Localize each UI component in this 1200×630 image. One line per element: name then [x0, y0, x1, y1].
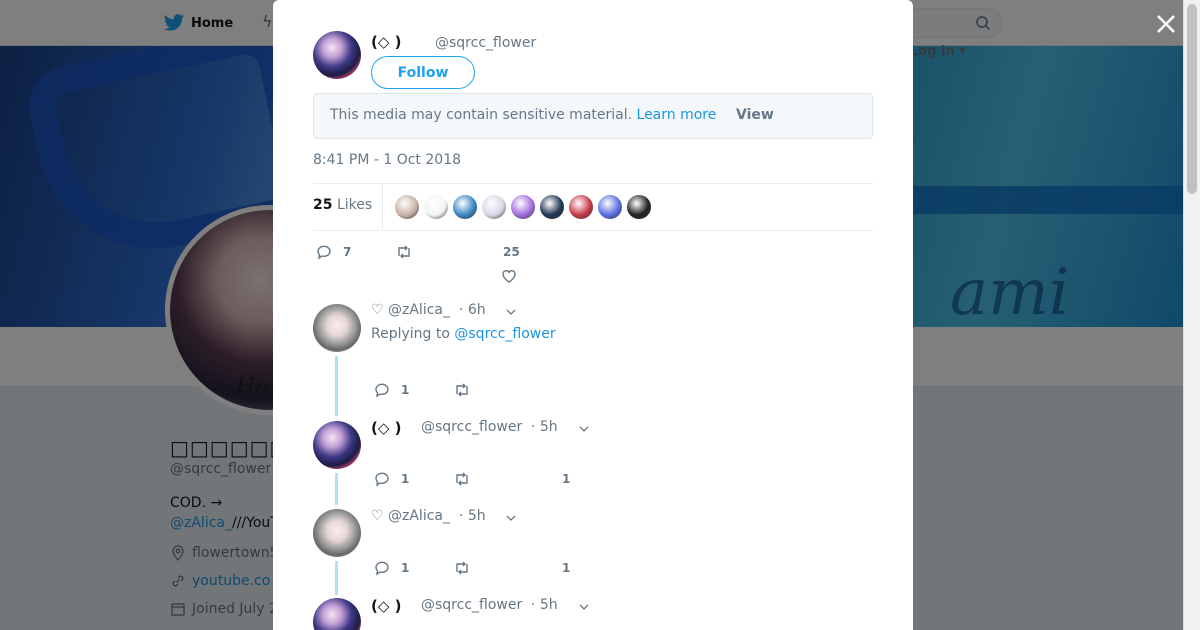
- likes-count[interactable]: 25 Likes: [313, 197, 372, 213]
- tweet-timestamp[interactable]: 8:41 PM - 1 Oct 2018: [313, 152, 461, 168]
- liker-avatar[interactable]: [598, 195, 622, 219]
- reply-author[interactable]: ♡ @zAlica_: [371, 302, 450, 318]
- reply-count: 1: [401, 561, 410, 575]
- retweet-action[interactable]: [395, 243, 413, 261]
- reply-action[interactable]: 7: [315, 243, 351, 261]
- reply-time[interactable]: · 5h: [531, 597, 558, 613]
- like-count[interactable]: 1: [562, 472, 570, 486]
- reply-author[interactable]: (◇ ): [371, 597, 401, 615]
- replying-to-handle[interactable]: @sqrcc_flower: [454, 326, 555, 342]
- likes-divider: [382, 184, 383, 230]
- reply-handle[interactable]: @sqrcc_flower: [421, 597, 522, 613]
- replying-to: Replying to @sqrcc_flower: [371, 326, 556, 342]
- chevron-down-icon[interactable]: [506, 309, 516, 315]
- follow-button[interactable]: Follow: [371, 56, 475, 89]
- reply-avatar[interactable]: [313, 509, 361, 557]
- thread-line: [335, 356, 338, 416]
- like-count[interactable]: 1: [562, 561, 570, 575]
- retweet-icon: [456, 383, 468, 397]
- reply-count: 7: [343, 245, 352, 259]
- reply-icon: [375, 561, 389, 576]
- liker-avatar[interactable]: [511, 195, 535, 219]
- reply-avatar[interactable]: [313, 598, 361, 630]
- scrollbar-thumb[interactable]: [1187, 4, 1197, 194]
- heart-icon[interactable]: [500, 267, 518, 285]
- reply-icon: [375, 472, 389, 487]
- liker-avatar[interactable]: [482, 195, 506, 219]
- reply-count: 1: [401, 472, 410, 486]
- chevron-down-icon[interactable]: [579, 426, 589, 432]
- reply-time[interactable]: · 6h: [459, 302, 486, 318]
- likes-number: 25: [313, 197, 333, 213]
- reply-avatar[interactable]: [313, 421, 361, 469]
- reply-icon: [317, 245, 331, 260]
- reply-count: 1: [401, 383, 410, 397]
- reply-author[interactable]: ♡ @zAlica_: [371, 508, 450, 524]
- reply-action[interactable]: 1: [373, 381, 409, 399]
- reply-author[interactable]: (◇ ): [371, 419, 401, 437]
- page-scrollbar[interactable]: [1183, 0, 1200, 630]
- retweet-action[interactable]: [453, 559, 471, 577]
- thread-line: [335, 561, 338, 595]
- liker-avatar[interactable]: [540, 195, 564, 219]
- author-name[interactable]: (◇ ): [371, 33, 401, 51]
- liker-avatar[interactable]: [453, 195, 477, 219]
- reply-action[interactable]: 1: [373, 470, 409, 488]
- retweet-icon: [398, 245, 410, 259]
- reply-time[interactable]: · 5h: [531, 419, 558, 435]
- learn-more-link[interactable]: Learn more: [637, 107, 717, 123]
- reply-time[interactable]: · 5h: [459, 508, 486, 524]
- view-media-button[interactable]: View: [736, 107, 774, 123]
- likes-row: 25 Likes: [313, 183, 873, 231]
- author-avatar[interactable]: [313, 31, 361, 79]
- retweet-action[interactable]: [453, 381, 471, 399]
- reply-action[interactable]: 1: [373, 559, 409, 577]
- tweet-modal: (◇ ) @sqrcc_flower Follow This media may…: [273, 0, 913, 630]
- author-handle[interactable]: @sqrcc_flower: [435, 35, 536, 51]
- retweet-icon: [456, 561, 468, 575]
- likers-list: [395, 195, 651, 219]
- reply-icon: [375, 383, 389, 398]
- replying-to-label: Replying to: [371, 326, 450, 342]
- likes-label: Likes: [336, 197, 373, 213]
- like-count: 25: [503, 245, 520, 259]
- thread-line: [335, 473, 338, 505]
- liker-avatar[interactable]: [627, 195, 651, 219]
- liker-avatar[interactable]: [424, 195, 448, 219]
- reply-handle[interactable]: @sqrcc_flower: [421, 419, 522, 435]
- retweet-action[interactable]: [453, 470, 471, 488]
- close-icon[interactable]: [1154, 12, 1178, 36]
- liker-avatar[interactable]: [395, 195, 419, 219]
- chevron-down-icon[interactable]: [506, 515, 516, 521]
- chevron-down-icon[interactable]: [579, 604, 589, 610]
- liker-avatar[interactable]: [569, 195, 593, 219]
- reply-avatar[interactable]: [313, 304, 361, 352]
- retweet-icon: [456, 472, 468, 486]
- sensitive-media-notice: This media may contain sensitive materia…: [313, 93, 873, 139]
- sensitive-text: This media may contain sensitive materia…: [330, 107, 633, 123]
